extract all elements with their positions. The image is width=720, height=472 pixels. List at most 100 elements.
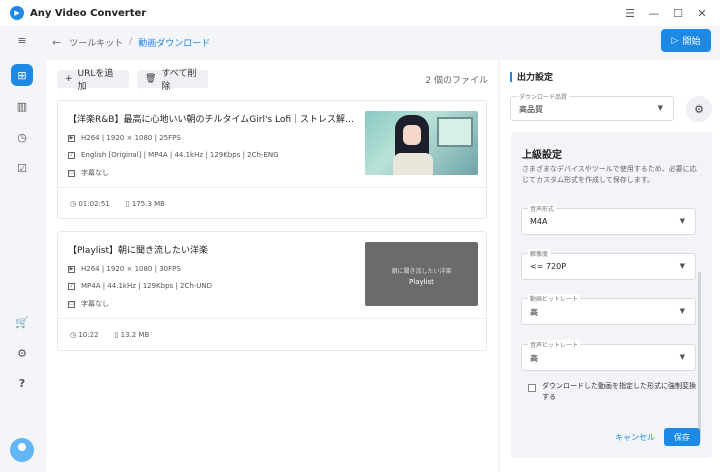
- output-settings-heading: 出力設定: [510, 70, 553, 83]
- video-bitrate-label: 動画ビットレート: [528, 294, 581, 303]
- help-icon[interactable]: ?: [11, 372, 33, 394]
- file-size-value: 13.2 MB: [120, 331, 150, 339]
- video-info: H264 | 1920 × 1080 | 30FPS: [81, 265, 181, 273]
- resolution-select[interactable]: 解像度 <= 720P ▼: [521, 249, 696, 280]
- subtitle-info-row: ▭ 字幕なし: [68, 299, 109, 309]
- video-thumbnail: 朝に聞き流したい洋楽 Playlist: [365, 242, 478, 306]
- video-title: 【洋楽R&B】最高に心地いい朝のチルタイムGirl's Lofi｜ストレス解消＆…: [68, 115, 358, 125]
- card-divider: [58, 187, 486, 188]
- force-convert-label: ダウンロードした動画を指定した形式に強制変換する: [542, 382, 696, 401]
- chevron-down-icon: ▼: [657, 104, 663, 112]
- tasks-icon[interactable]: ☑: [11, 157, 33, 179]
- chevron-down-icon: ▼: [679, 307, 685, 315]
- maximize-button[interactable]: ☐: [666, 7, 690, 20]
- video-bitrate-value: 高: [530, 308, 538, 317]
- quality-value: 高品質: [519, 105, 543, 114]
- thumbnail-figure-body: [393, 153, 433, 175]
- subtitle-info-row: ▭ 字幕なし: [68, 168, 109, 178]
- start-button-label: 開始: [682, 37, 701, 47]
- thumbnail-caption: 朝に聞き流したい洋楽: [391, 268, 452, 275]
- card-footer: ◷ 01:02:51 ▯ 175.3 MB: [70, 200, 165, 208]
- chevron-down-icon: ▼: [679, 217, 685, 225]
- chevron-down-icon: ▼: [679, 262, 685, 270]
- list-item[interactable]: 【洋楽R&B】最高に心地いい朝のチルタイムGirl's Lofi｜ストレス解消＆…: [57, 100, 487, 219]
- breadcrumb: ← ツールキット / 動画ダウンロード: [52, 30, 210, 54]
- quality-select[interactable]: ダウンロード品質 高品質 ▼: [510, 92, 674, 121]
- subtitle-info: 字幕なし: [81, 300, 109, 308]
- breadcrumb-separator: /: [129, 37, 133, 47]
- resolution-label: 解像度: [528, 249, 551, 258]
- thumbnail-label: Playlist: [409, 278, 434, 286]
- audio-info-row: ♪ English [Original] | MP4A | 44.1kHz | …: [68, 151, 279, 159]
- thumbnail-figure-face: [403, 125, 421, 145]
- file-count: 2 個のファイル: [425, 76, 488, 86]
- video-bitrate-select[interactable]: 動画ビットレート 高 ▼: [521, 294, 696, 325]
- title-bar: ▶ Any Video Converter ☰ — ☐ ✕: [0, 0, 720, 26]
- advanced-settings: 上級設定 さまざまなデバイスやツールで使用するため、必要に応じてカスタム形式を作…: [511, 132, 712, 458]
- video-info-row: ▶ H264 | 1920 × 1080 | 25FPS: [68, 134, 181, 142]
- resolution-value: <= 720P: [530, 262, 567, 271]
- list-item[interactable]: 【Playlist】朝に聞き流したい洋楽 ▶ H264 | 1920 × 108…: [57, 231, 487, 351]
- main-panel: + URLを追加 🗑 すべて削除 2 個のファイル 【洋楽R&B】最高に心地いい…: [46, 60, 498, 472]
- app-logo-icon: ▶: [10, 6, 24, 20]
- audio-icon: ♪: [68, 282, 75, 290]
- file-size: ▯ 13.2 MB: [114, 331, 150, 339]
- subtitle-icon: ▭: [68, 300, 75, 308]
- video-thumbnail: [365, 111, 478, 175]
- audio-format-select[interactable]: 音声形式 M4A ▼: [521, 204, 696, 235]
- minimize-button[interactable]: —: [642, 7, 666, 20]
- save-button[interactable]: 保存: [664, 428, 700, 446]
- settings-icon[interactable]: ⚙: [11, 342, 33, 364]
- duration-value: 10:22: [78, 331, 99, 339]
- cart-icon[interactable]: 🛒: [11, 311, 33, 333]
- heading-accent-bar: [510, 71, 512, 82]
- breadcrumb-current: 動画ダウンロード: [138, 38, 211, 49]
- audio-format-label: 音声形式: [528, 204, 557, 213]
- app-title: Any Video Converter: [30, 7, 147, 19]
- card-divider: [58, 318, 486, 319]
- quality-label: ダウンロード品質: [517, 92, 570, 101]
- duration: ◷ 01:02:51: [70, 200, 110, 208]
- book-icon[interactable]: ▥: [11, 95, 33, 117]
- audio-info-row: ♪ MP4A | 44.1kHz | 129Kbps | 2Ch-UND: [68, 282, 212, 290]
- file-size-value: 175.3 MB: [131, 200, 165, 208]
- video-icon: ▶: [68, 265, 75, 273]
- audio-info: English [Original] | MP4A | 44.1kHz | 12…: [81, 151, 279, 159]
- output-settings-title: 出力設定: [517, 73, 554, 83]
- audio-bitrate-select[interactable]: 音声ビットレート 高 ▼: [521, 340, 696, 371]
- add-url-button[interactable]: + URLを追加: [57, 69, 129, 92]
- cancel-button[interactable]: キャンセル: [615, 432, 655, 443]
- breadcrumb-parent[interactable]: ツールキット: [69, 36, 123, 49]
- video-info-row: ▶ H264 | 1920 × 1080 | 30FPS: [68, 265, 181, 273]
- delete-all-label: すべて削除: [161, 69, 197, 92]
- audio-bitrate-value: 高: [530, 354, 538, 363]
- menu-icon[interactable]: ☰: [618, 7, 642, 20]
- video-info: H264 | 1920 × 1080 | 25FPS: [81, 134, 181, 142]
- file-size: ▯ 175.3 MB: [125, 200, 165, 208]
- settings-panel: 出力設定 ダウンロード品質 高品質 ▼ ⚙ 上級設定 さまざまなデバイスやツール…: [500, 60, 720, 472]
- window-controls: ☰ — ☐ ✕: [618, 0, 714, 26]
- card-footer: ◷ 10:22 ▯ 13.2 MB: [70, 331, 149, 339]
- back-arrow-icon[interactable]: ←: [52, 36, 61, 49]
- play-icon: ▷: [671, 35, 679, 46]
- add-url-label: URLを追加: [77, 69, 114, 92]
- plus-icon: +: [65, 74, 73, 84]
- video-icon: ▶: [68, 134, 75, 142]
- thumbnail-window: [437, 117, 473, 147]
- collapse-menu-icon[interactable]: ≡: [11, 29, 33, 51]
- gear-icon[interactable]: ⚙: [686, 96, 712, 122]
- force-convert-checkbox[interactable]: [528, 384, 536, 392]
- start-button[interactable]: ▷ 開始: [661, 29, 711, 52]
- avatar[interactable]: [10, 438, 34, 462]
- advanced-settings-description: さまざまなデバイスやツールで使用するため、必要に応じてカスタム形式を作成して保存…: [522, 165, 697, 184]
- history-icon[interactable]: ◷: [11, 126, 33, 148]
- close-button[interactable]: ✕: [690, 7, 714, 20]
- audio-info: MP4A | 44.1kHz | 129Kbps | 2Ch-UND: [81, 282, 213, 290]
- chevron-down-icon: ▼: [679, 353, 685, 361]
- settings-scrollbar[interactable]: [698, 272, 701, 442]
- audio-format-value: M4A: [530, 217, 548, 226]
- toolkit-icon[interactable]: ⊞: [11, 64, 33, 86]
- duration-value: 01:02:51: [78, 200, 110, 208]
- audio-icon: ♪: [68, 151, 75, 159]
- delete-all-button[interactable]: 🗑 すべて削除: [137, 69, 208, 92]
